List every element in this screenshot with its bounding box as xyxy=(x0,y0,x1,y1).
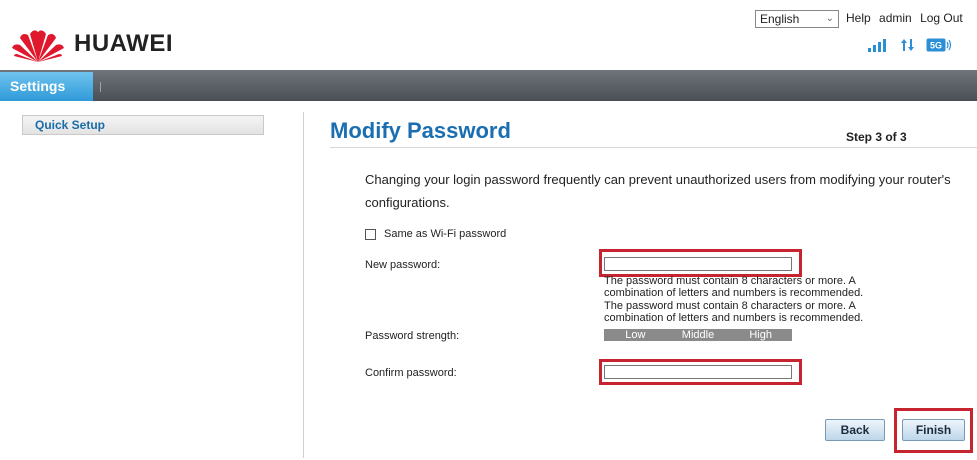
same-as-wifi-label: Same as Wi-Fi password xyxy=(384,228,507,240)
logout-link[interactable]: Log Out xyxy=(920,11,963,25)
content-divider xyxy=(303,112,304,458)
page-description: Changing your login password frequently … xyxy=(365,172,951,210)
password-hint-line: The password must contain 8 characters o… xyxy=(604,275,856,287)
back-button[interactable]: Back xyxy=(825,419,885,441)
confirm-password-label: Confirm password: xyxy=(365,367,457,379)
new-password-input[interactable] xyxy=(604,257,792,271)
tab-settings[interactable]: Settings xyxy=(0,72,93,101)
password-hint-line: The password must contain 8 characters o… xyxy=(604,300,856,312)
password-hint-repeat: The password must contain 8 characters o… xyxy=(604,300,924,324)
network-5g-icon: 5G xyxy=(926,38,952,52)
password-hint-line: combination of letters and numbers is re… xyxy=(604,287,864,299)
data-transfer-icon xyxy=(901,39,914,51)
brand-name: HUAWEI xyxy=(74,30,173,57)
huawei-flower-icon xyxy=(12,30,64,62)
sidebar-item-quick-setup[interactable]: Quick Setup xyxy=(22,115,264,135)
signal-strength-icon xyxy=(868,39,886,52)
title-divider xyxy=(330,147,977,148)
confirm-password-input[interactable] xyxy=(604,365,792,379)
help-link[interactable]: Help xyxy=(846,11,871,25)
page-title: Modify Password xyxy=(330,118,511,143)
strength-high: High xyxy=(749,329,772,341)
step-indicator: Step 3 of 3 xyxy=(846,130,907,144)
network-badge: 5G xyxy=(930,41,942,51)
same-as-wifi-checkbox[interactable] xyxy=(365,229,376,240)
password-hint: The password must contain 8 characters o… xyxy=(604,275,924,299)
password-strength-label: Password strength: xyxy=(365,330,460,342)
user-link[interactable]: admin xyxy=(879,11,912,25)
password-hint-line: combination of letters and numbers is re… xyxy=(604,312,864,324)
strength-middle: Middle xyxy=(681,329,715,341)
password-strength-meter: Low Middle High xyxy=(604,329,792,341)
top-links: Help admin Log Out xyxy=(846,11,968,25)
new-password-label: New password: xyxy=(365,259,441,271)
finish-button[interactable]: Finish xyxy=(902,419,965,441)
nav-divider xyxy=(100,82,101,92)
language-value: English xyxy=(760,12,800,26)
chevron-down-icon: ⌄ xyxy=(825,13,834,24)
status-icons: 5G xyxy=(868,38,952,52)
top-header: HUAWEI English ⌄ Help admin Log Out 5G xyxy=(0,0,977,70)
language-select[interactable]: English ⌄ xyxy=(755,10,839,28)
main-nav: Settings xyxy=(0,70,977,101)
strength-low: Low xyxy=(625,329,646,341)
huawei-logo[interactable]: HUAWEI xyxy=(8,24,173,64)
